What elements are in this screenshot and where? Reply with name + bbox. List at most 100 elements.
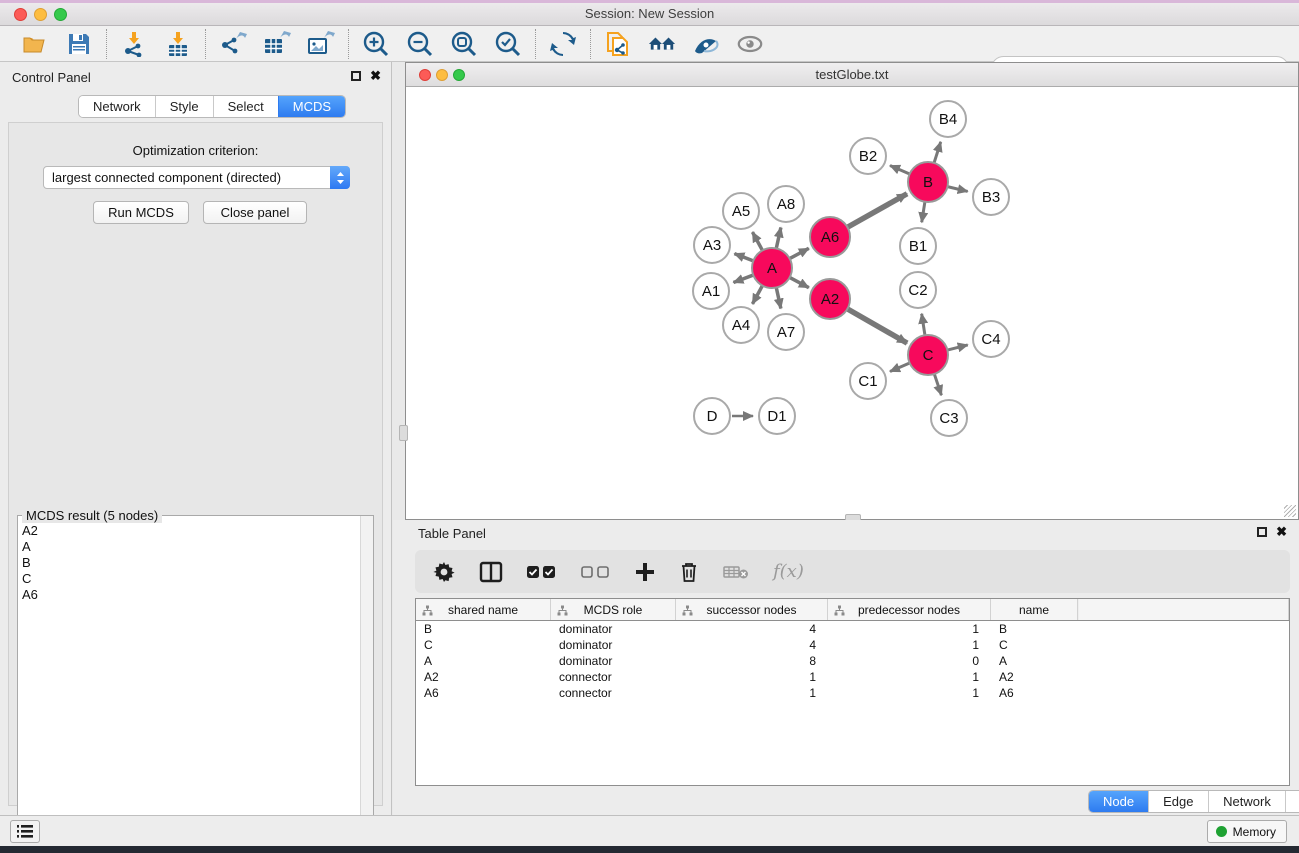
graph-edge-C-C4[interactable] <box>947 345 967 350</box>
graph-edge-A-A3[interactable] <box>734 254 753 261</box>
graph-edge-A-A8[interactable] <box>776 227 781 248</box>
network-close-button[interactable] <box>419 69 431 81</box>
graph-edge-B-B2[interactable] <box>890 166 910 175</box>
delete-table-icon[interactable] <box>723 564 749 580</box>
tab-style[interactable]: Style <box>155 96 213 117</box>
graph-edge-A-A7[interactable] <box>776 288 781 309</box>
table-row[interactable]: Cdominator41C <box>416 637 1289 653</box>
result-item[interactable]: A6 <box>22 587 360 603</box>
criterion-dropdown[interactable]: largest connected component (directed) <box>43 166 350 189</box>
task-history-button[interactable] <box>10 820 40 843</box>
graph-node-B2[interactable]: B2 <box>849 137 887 175</box>
mcds-result-list[interactable]: A2ABCA6 <box>18 519 360 849</box>
graph-node-A6[interactable]: A6 <box>809 216 851 258</box>
zoom-out-icon[interactable] <box>406 30 434 58</box>
column-header-MCDS-role[interactable]: MCDS role <box>551 599 676 620</box>
graph-edge-C-C1[interactable] <box>890 363 910 372</box>
close-window-button[interactable] <box>14 8 27 21</box>
zoom-window-button[interactable] <box>54 8 67 21</box>
graph-edge-A2-C[interactable] <box>847 309 907 343</box>
delete-column-icon[interactable] <box>679 561 699 583</box>
result-item[interactable]: A <box>22 539 360 555</box>
graph-node-A7[interactable]: A7 <box>767 313 805 351</box>
hide-selected-icon[interactable] <box>692 30 720 58</box>
network-canvas[interactable]: B4B2BB3B1A5A8A6A3AA1A2C2A4A7C4CC1C3DD1 <box>406 87 1298 519</box>
graph-node-A1[interactable]: A1 <box>692 272 730 310</box>
graph-edge-A-A4[interactable] <box>752 286 762 304</box>
network-minimize-button[interactable] <box>436 69 448 81</box>
zoom-in-icon[interactable] <box>362 30 390 58</box>
graph-node-D1[interactable]: D1 <box>758 397 796 435</box>
graph-node-B3[interactable]: B3 <box>972 178 1010 216</box>
zoom-fit-icon[interactable] <box>450 30 478 58</box>
tab-network-table[interactable]: Network Table <box>1208 791 1285 812</box>
graph-node-A5[interactable]: A5 <box>722 192 760 230</box>
graph-node-C2[interactable]: C2 <box>899 271 937 309</box>
function-builder-icon[interactable]: f(x) <box>773 561 804 582</box>
graph-node-C3[interactable]: C3 <box>930 399 968 437</box>
graph-edge-A-A2[interactable] <box>790 277 809 287</box>
table-row[interactable]: Adominator80A <box>416 653 1289 669</box>
graph-node-A3[interactable]: A3 <box>693 226 731 264</box>
graph-node-C1[interactable]: C1 <box>849 362 887 400</box>
graph-node-B1[interactable]: B1 <box>899 227 937 265</box>
apply-layout-icon[interactable] <box>549 30 577 58</box>
graph-edge-B-B4[interactable] <box>934 142 941 163</box>
select-all-rows-icon[interactable] <box>527 565 557 579</box>
close-table-panel-icon[interactable]: ✖ <box>1276 526 1287 538</box>
graph-node-A8[interactable]: A8 <box>767 185 805 223</box>
graph-node-C[interactable]: C <box>907 334 949 376</box>
close-panel-button[interactable]: Close panel <box>203 201 307 224</box>
import-network-icon[interactable] <box>120 30 148 58</box>
home-view-icon[interactable] <box>648 30 676 58</box>
graph-edge-C-C3[interactable] <box>934 374 941 395</box>
column-header-predecessor-nodes[interactable]: predecessor nodes <box>828 599 991 620</box>
column-header-successor-nodes[interactable]: successor nodes <box>676 599 828 620</box>
float-table-panel-icon[interactable] <box>1257 527 1267 537</box>
window-resize-grip[interactable] <box>1284 505 1296 517</box>
table-row[interactable]: Bdominator41B <box>416 621 1289 637</box>
show-all-icon[interactable] <box>736 30 764 58</box>
graph-edge-B-B3[interactable] <box>947 187 967 192</box>
result-item[interactable]: A2 <box>22 523 360 539</box>
close-panel-icon[interactable]: ✖ <box>370 70 381 82</box>
network-zoom-button[interactable] <box>453 69 465 81</box>
table-row[interactable]: A6connector11A6 <box>416 685 1289 701</box>
zoom-selected-icon[interactable] <box>494 30 522 58</box>
result-scrollbar[interactable] <box>360 516 373 850</box>
graph-node-C4[interactable]: C4 <box>972 320 1010 358</box>
graph-edge-C-C2[interactable] <box>922 314 925 336</box>
graph-edge-B-B1[interactable] <box>922 202 925 223</box>
graph-node-B[interactable]: B <box>907 161 949 203</box>
graph-node-D[interactable]: D <box>693 397 731 435</box>
add-column-icon[interactable] <box>635 562 655 582</box>
vertical-splitter-handle[interactable] <box>399 425 408 441</box>
tab-mcds[interactable]: MCDS <box>278 96 345 117</box>
column-header-shared-name[interactable]: shared name <box>416 599 551 620</box>
export-network-icon[interactable] <box>219 30 247 58</box>
deselect-all-rows-icon[interactable] <box>581 565 611 579</box>
graph-edge-A6-B[interactable] <box>847 194 907 227</box>
tab-edge-table[interactable]: Edge Table <box>1148 791 1208 812</box>
float-panel-icon[interactable] <box>351 71 361 81</box>
graph-edge-A-A1[interactable] <box>733 275 753 282</box>
minimize-window-button[interactable] <box>34 8 47 21</box>
graph-node-B4[interactable]: B4 <box>929 100 967 138</box>
graph-node-A4[interactable]: A4 <box>722 306 760 344</box>
result-item[interactable]: B <box>22 555 360 571</box>
tab-motifs[interactable]: Motifs <box>1285 791 1299 812</box>
import-table-icon[interactable] <box>164 30 192 58</box>
open-session-icon[interactable] <box>21 30 49 58</box>
table-row[interactable]: A2connector11A2 <box>416 669 1289 685</box>
export-table-icon[interactable] <box>263 30 291 58</box>
tab-network[interactable]: Network <box>79 96 155 117</box>
run-mcds-button[interactable]: Run MCDS <box>93 201 189 224</box>
column-view-icon[interactable] <box>479 561 503 583</box>
save-session-icon[interactable] <box>65 30 93 58</box>
tab-select[interactable]: Select <box>213 96 278 117</box>
table-settings-icon[interactable] <box>433 561 455 583</box>
graph-edge-A-A6[interactable] <box>790 248 809 258</box>
memory-button[interactable]: Memory <box>1207 820 1287 843</box>
tab-node-table[interactable]: Node Table <box>1089 791 1148 812</box>
result-item[interactable]: C <box>22 571 360 587</box>
